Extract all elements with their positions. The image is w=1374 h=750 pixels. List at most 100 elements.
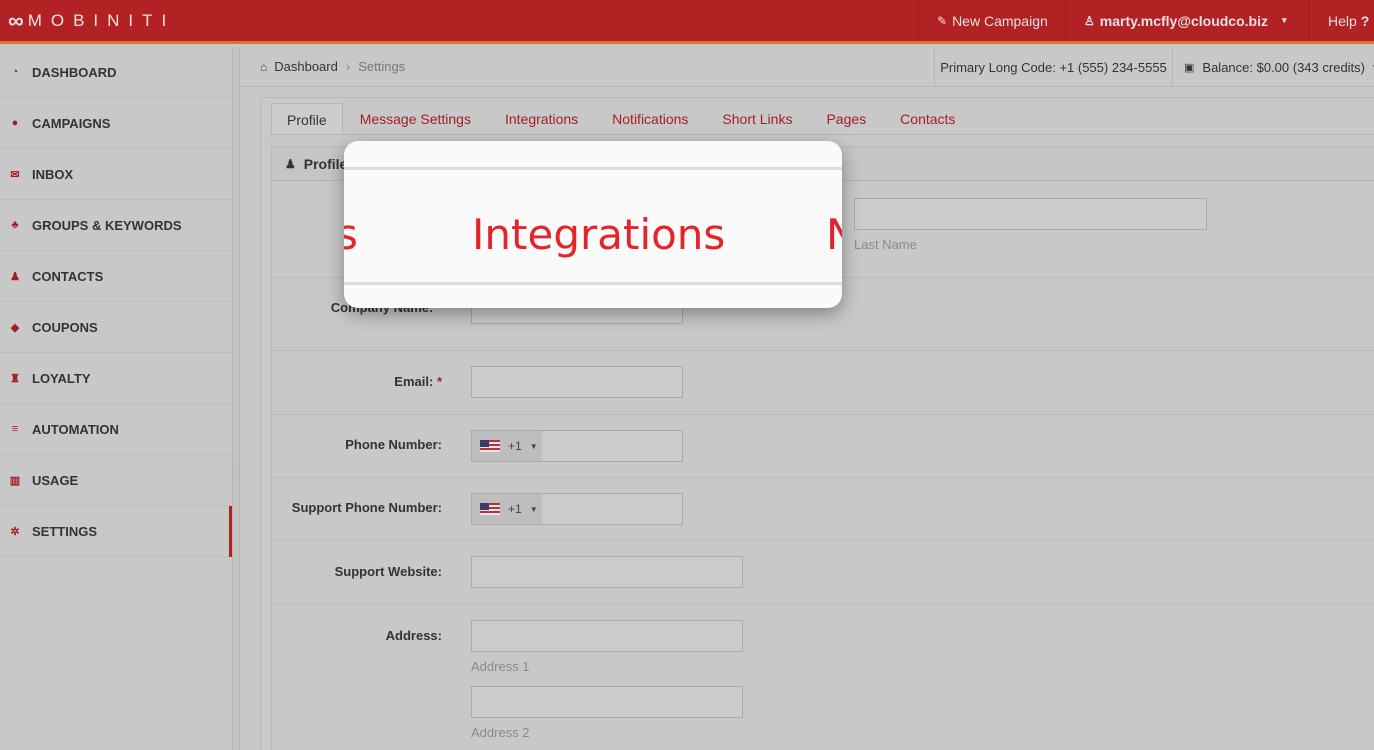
chevron-down-icon: ▾	[1281, 15, 1287, 25]
users-icon: ♣	[11, 219, 19, 231]
address-2-input[interactable]	[471, 686, 743, 718]
sidebar-item-settings[interactable]: ✲ SETTINGS	[0, 506, 232, 557]
support-website-input[interactable]	[471, 556, 743, 588]
chevron-right-icon: ›	[345, 59, 351, 74]
us-flag-icon	[480, 440, 500, 452]
comment-icon: ●	[11, 117, 19, 129]
last-name-hint: Last Name	[854, 237, 917, 252]
breadcrumb: ⌂ Dashboard › Settings	[260, 59, 405, 74]
last-name-input[interactable]	[854, 198, 1207, 230]
question-icon: ?	[1360, 12, 1370, 29]
sidebar-item-inbox[interactable]: ✉ INBOX	[0, 149, 232, 200]
tag-icon: ◆	[10, 321, 20, 334]
support-phone-input[interactable]: +1 ▼	[471, 493, 683, 525]
settings-tabs: Profile Message Settings Integrations No…	[271, 103, 972, 135]
user-icon: ♟	[285, 156, 296, 171]
tasks-icon: ≡	[11, 423, 19, 435]
user-email: marty.mcfly@cloudco.biz	[1099, 12, 1268, 29]
phone-number-label: Phone Number:	[345, 437, 442, 452]
support-website-row: Support Website:	[272, 541, 1374, 605]
email-input[interactable]	[471, 366, 683, 398]
dashboard-icon: ◔	[11, 66, 19, 78]
sidebar-item-label: GROUPS & KEYWORDS	[32, 217, 182, 233]
top-navbar: ∞ MOBINITI ✎ New Campaign ♙ marty.mcfly@…	[0, 0, 1374, 44]
tab-notifications[interactable]: Notifications	[595, 103, 705, 135]
sidebar: ◔ DASHBOARD ● CAMPAIGNS ✉ INBOX ♣ GROUPS…	[0, 47, 232, 750]
caret-down-icon: ▼	[529, 504, 538, 514]
zoom-magnifier: s Integrations N	[344, 141, 842, 308]
phone-number-input[interactable]: +1 ▼	[471, 430, 683, 462]
home-icon: ⌂	[260, 59, 268, 74]
sidebar-resize-handle[interactable]	[232, 47, 240, 750]
tab-pages[interactable]: Pages	[809, 103, 883, 135]
zoom-top-line	[344, 167, 842, 170]
support-website-label: Support Website:	[334, 564, 442, 579]
support-phone-row: Support Phone Number: +1 ▼	[272, 478, 1374, 541]
sidebar-item-label: LOYALTY	[32, 370, 91, 386]
sidebar-item-contacts[interactable]: ♟ CONTACTS	[0, 251, 232, 302]
caret-down-icon: ▼	[529, 441, 538, 451]
trophy-icon: ♜	[10, 372, 20, 385]
sidebar-item-coupons[interactable]: ◆ COUPONS	[0, 302, 232, 353]
sidebar-item-groups-keywords[interactable]: ♣ GROUPS & KEYWORDS	[0, 200, 232, 251]
grip-icon: · · ·	[235, 459, 239, 478]
infinity-logo-icon: ∞	[8, 8, 24, 33]
address-1-input[interactable]	[471, 620, 743, 652]
cog-icon: ✲	[10, 525, 20, 538]
address-2-hint: Address 2	[471, 725, 530, 740]
edit-icon: ✎	[937, 13, 948, 28]
email-label: Email: *	[272, 374, 442, 389]
tab-profile[interactable]: Profile	[271, 103, 343, 135]
balance-menu[interactable]: ▣ Balance: $0.00 (343 credits) ▾	[1172, 47, 1374, 87]
primary-long-code: Primary Long Code: +1 (555) 234-5555	[934, 47, 1172, 87]
phone-row: Phone Number: +1 ▼	[272, 415, 1374, 478]
country-code: +1	[508, 502, 522, 516]
tab-contacts[interactable]: Contacts	[883, 103, 972, 135]
sidebar-item-label: USAGE	[32, 472, 79, 488]
sidebar-item-label: COUPONS	[32, 319, 98, 335]
sidebar-item-label: INBOX	[32, 166, 74, 182]
zoom-bottom-line	[344, 282, 842, 285]
sidebar-item-campaigns[interactable]: ● CAMPAIGNS	[0, 98, 232, 149]
profile-title: Profile	[303, 155, 348, 172]
tab-divider	[271, 134, 1374, 135]
sidebar-item-label: DASHBOARD	[32, 64, 117, 80]
user-icon: ♙	[1084, 13, 1095, 28]
us-flag-icon	[480, 503, 500, 515]
new-campaign-label: New Campaign	[952, 12, 1048, 29]
help-menu[interactable]: Help ?	[1309, 0, 1374, 41]
tab-message-settings[interactable]: Message Settings	[343, 103, 488, 135]
support-phone-label: Support Phone Number:	[291, 500, 442, 515]
country-code-select[interactable]: +1 ▼	[472, 431, 542, 461]
tab-integrations[interactable]: Integrations	[488, 103, 595, 135]
email-label-text: Email:	[394, 374, 434, 389]
address-1-hint: Address 1	[471, 659, 530, 674]
balance-text: Balance: $0.00 (343 credits)	[1202, 59, 1366, 75]
sidebar-item-dashboard[interactable]: ◔ DASHBOARD	[0, 47, 232, 98]
sidebar-item-automation[interactable]: ≡ AUTOMATION	[0, 404, 232, 455]
sidebar-item-label: CONTACTS	[32, 268, 104, 284]
tab-short-links[interactable]: Short Links	[705, 103, 809, 135]
new-campaign-button[interactable]: ✎ New Campaign	[918, 0, 1066, 41]
breadcrumb-bar: ⌂ Dashboard › Settings Primary Long Code…	[240, 47, 1374, 87]
logo-text: MOBINITI	[27, 11, 176, 30]
money-icon: ▣	[1184, 61, 1195, 74]
zoom-right-fragment: N	[826, 210, 842, 259]
help-label: Help	[1328, 12, 1357, 29]
envelope-icon: ✉	[10, 168, 20, 181]
breadcrumb-dashboard-link[interactable]: Dashboard	[274, 59, 338, 74]
sidebar-item-label: CAMPAIGNS	[32, 115, 111, 131]
country-code-select[interactable]: +1 ▼	[472, 494, 542, 524]
zoom-left-fragment: s	[344, 210, 358, 259]
sidebar-item-loyalty[interactable]: ♜ LOYALTY	[0, 353, 232, 404]
country-code: +1	[508, 439, 522, 453]
user-menu[interactable]: ♙ marty.mcfly@cloudco.biz ▾	[1065, 0, 1309, 41]
sidebar-item-label: SETTINGS	[32, 523, 98, 539]
breadcrumb-current: Settings	[358, 59, 406, 74]
sidebar-item-usage[interactable]: ▥ USAGE	[0, 455, 232, 506]
address-label: Address:	[385, 628, 442, 643]
logo[interactable]: ∞ MOBINITI	[8, 8, 176, 33]
zoom-integrations-tab[interactable]: Integrations	[472, 207, 725, 263]
email-row: Email: *	[272, 351, 1374, 415]
address-row: Address: Address 1 Address 2	[272, 605, 1374, 750]
